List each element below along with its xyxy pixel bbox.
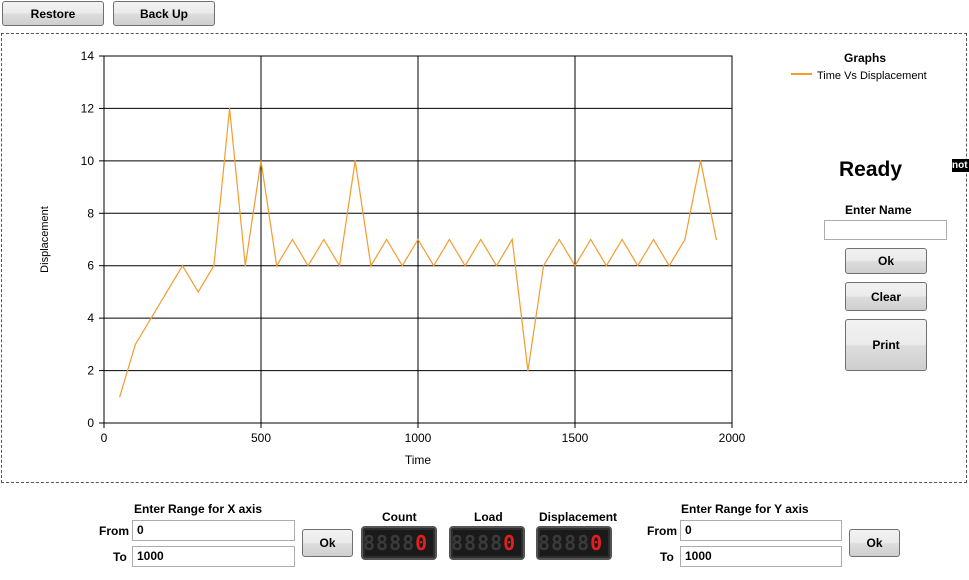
data-point: [276, 265, 278, 267]
x-tick-label: 1000: [405, 431, 432, 445]
data-point: [244, 265, 246, 267]
y-tick-label: 2: [87, 364, 94, 378]
data-point: [370, 265, 372, 267]
data-point: [527, 369, 529, 372]
data-point: [621, 238, 623, 241]
name-input[interactable]: [824, 220, 947, 240]
count-display: 88880: [361, 526, 437, 560]
data-point: [637, 265, 639, 267]
x-axis-title: Time: [405, 453, 432, 467]
x-tick-label: 1500: [562, 431, 589, 445]
y-to-label: To: [660, 550, 674, 564]
enter-name-label: Enter Name: [845, 203, 912, 217]
x-tick-label: 500: [251, 431, 271, 445]
x-from-label: From: [99, 524, 129, 538]
x-to-input[interactable]: 1000: [132, 546, 295, 567]
data-point: [495, 265, 498, 267]
data-point: [605, 265, 608, 267]
y-tick-label: 4: [87, 311, 94, 325]
y-axis-title: Displacement: [39, 206, 51, 273]
data-point: [134, 343, 136, 345]
x-tick-label: 2000: [719, 431, 746, 445]
data-point: [197, 291, 199, 293]
data-point: [668, 265, 670, 267]
data-point: [543, 265, 545, 267]
y-tick-label: 14: [81, 49, 95, 63]
x-range-ok-button[interactable]: Ok: [302, 529, 353, 557]
data-point: [448, 238, 450, 241]
count-value: 0: [415, 531, 428, 555]
data-point: [229, 107, 231, 110]
y-from-label: From: [647, 524, 677, 538]
x-from-input[interactable]: 0: [132, 520, 295, 541]
y-tick-label: 12: [81, 101, 95, 115]
clear-button[interactable]: Clear: [845, 282, 927, 311]
data-point: [652, 238, 655, 241]
data-point: [354, 160, 356, 162]
status-label: Ready: [839, 158, 903, 181]
data-point: [307, 265, 309, 267]
data-point: [464, 265, 466, 267]
legend-title: Graphs: [844, 51, 886, 65]
displacement-display: 88880: [536, 526, 612, 560]
data-point: [401, 265, 403, 267]
data-point: [213, 265, 215, 267]
data-point: [574, 265, 576, 267]
x-to-label: To: [113, 550, 127, 564]
y-tick-label: 8: [87, 206, 94, 220]
y-tick-label: 10: [81, 154, 95, 168]
print-button[interactable]: Print: [845, 319, 927, 371]
load-display: 88880: [449, 526, 525, 560]
x-tick-label: 0: [101, 431, 108, 445]
displacement-chart: 0 2 4 6 8 10 12 14 0 500 1000 1500 2000 Time Displacem…: [39, 49, 927, 467]
displacement-label: Displacement: [539, 510, 618, 524]
load-value: 0: [503, 531, 516, 555]
data-point: [181, 265, 184, 267]
data-point: [386, 238, 388, 241]
name-ok-button[interactable]: Ok: [845, 248, 927, 274]
data-point: [715, 238, 717, 241]
y-range-ok-button[interactable]: Ok: [849, 529, 900, 557]
data-point: [590, 238, 592, 241]
count-label: Count: [382, 510, 417, 524]
y-tick-label: 6: [87, 259, 94, 273]
status-badge: not: [952, 159, 969, 172]
data-point: [260, 160, 262, 162]
data-point: [338, 265, 341, 267]
data-point: [323, 238, 325, 241]
data-point: [417, 238, 419, 241]
y-tick-label: 0: [87, 416, 94, 430]
data-point: [558, 238, 560, 241]
y-from-input[interactable]: 0: [680, 520, 842, 541]
data-point: [433, 265, 435, 267]
data-point: [119, 396, 121, 398]
data-point: [150, 317, 152, 319]
data-point: [166, 291, 168, 293]
x-range-title: Enter Range for X axis: [134, 502, 263, 516]
data-point: [291, 238, 293, 241]
legend-series-label: Time Vs Displacement: [817, 70, 927, 82]
data-point: [480, 238, 482, 241]
displacement-value: 0: [590, 531, 603, 555]
y-range-title: Enter Range for Y axis: [681, 502, 809, 516]
data-point: [700, 160, 702, 162]
data-point: [684, 238, 686, 241]
load-label: Load: [474, 510, 503, 524]
restore-button[interactable]: Restore: [2, 1, 104, 26]
y-to-input[interactable]: 1000: [680, 546, 842, 567]
chart-panel: 0 2 4 6 8 10 12 14 0 500 1000 1500 2000 Time Displacem…: [1, 33, 969, 483]
backup-button[interactable]: Back Up: [113, 1, 215, 26]
data-point: [511, 238, 513, 241]
